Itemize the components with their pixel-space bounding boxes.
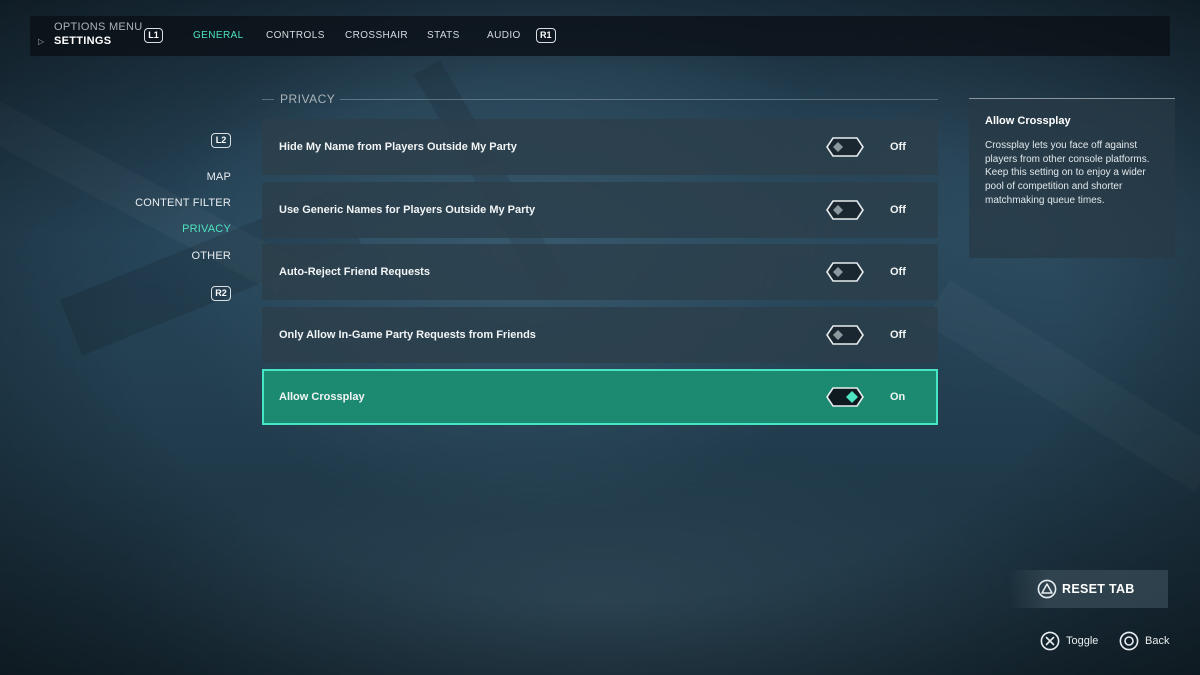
back-hint-label[interactable]: Back: [1145, 635, 1169, 647]
background-decoration: [0, 80, 296, 294]
top-navigation-bar: OPTIONS MENU ▷ SETTINGS L1 GENERAL CONTR…: [30, 16, 1170, 56]
background-decoration: [924, 280, 1200, 492]
toggle-off-icon[interactable]: [826, 262, 864, 282]
play-icon: ▷: [38, 36, 45, 46]
setting-value: Off: [890, 329, 906, 341]
breadcrumb-parent[interactable]: OPTIONS MENU: [38, 21, 143, 33]
circle-button-icon[interactable]: [1119, 631, 1139, 651]
setting-row-hide-name[interactable]: Hide My Name from Players Outside My Par…: [262, 119, 938, 175]
reset-tab-label: RESET TAB: [1062, 582, 1135, 596]
tab-controls[interactable]: CONTROLS: [266, 30, 325, 41]
setting-row-party-requests[interactable]: Only Allow In-Game Party Requests from F…: [262, 307, 938, 363]
setting-value: Off: [890, 266, 906, 278]
breadcrumb-current: ▷ SETTINGS: [38, 35, 143, 47]
breadcrumb: OPTIONS MENU ▷ SETTINGS: [38, 21, 143, 47]
l2-button-icon[interactable]: L2: [211, 133, 231, 148]
l1-button-icon[interactable]: L1: [144, 28, 163, 43]
setting-description-panel: Allow Crossplay Crossplay lets you face …: [969, 98, 1175, 258]
setting-label: Auto-Reject Friend Requests: [279, 266, 430, 278]
r2-button-icon[interactable]: R2: [211, 286, 231, 301]
tab-general[interactable]: GENERAL: [193, 30, 244, 41]
toggle-off-icon[interactable]: [826, 137, 864, 157]
setting-row-generic-names[interactable]: Use Generic Names for Players Outside My…: [262, 182, 938, 238]
sidebar-item-content-filter[interactable]: CONTENT FILTER: [135, 197, 231, 209]
toggle-on-icon[interactable]: [826, 387, 864, 407]
description-title: Allow Crossplay: [985, 115, 1071, 127]
setting-value: On: [890, 391, 906, 403]
setting-value: Off: [890, 204, 906, 216]
sidebar-item-other[interactable]: OTHER: [192, 250, 232, 262]
setting-row-auto-reject[interactable]: Auto-Reject Friend Requests Off: [262, 244, 938, 300]
setting-row-allow-crossplay[interactable]: Allow Crossplay On: [262, 369, 938, 425]
reset-tab-button[interactable]: RESET TAB: [1008, 570, 1168, 608]
breadcrumb-current-label: SETTINGS: [54, 35, 112, 47]
sidebar-item-map[interactable]: MAP: [207, 171, 231, 183]
setting-label: Only Allow In-Game Party Requests from F…: [279, 329, 536, 341]
section-divider: [262, 99, 274, 100]
tab-audio[interactable]: AUDIO: [487, 30, 521, 41]
setting-label: Use Generic Names for Players Outside My…: [279, 204, 536, 216]
description-text: Crossplay lets you face off against play…: [985, 140, 1150, 206]
r1-button-icon[interactable]: R1: [536, 28, 556, 43]
cross-button-icon[interactable]: [1040, 631, 1060, 651]
triangle-button-icon: [1037, 579, 1057, 599]
setting-value: Off: [890, 141, 906, 153]
setting-label: Allow Crossplay: [279, 391, 365, 403]
toggle-hint-label[interactable]: Toggle: [1066, 635, 1098, 647]
section-divider: [340, 99, 938, 100]
section-title: PRIVACY: [280, 92, 336, 106]
setting-label: Hide My Name from Players Outside My Par…: [279, 141, 517, 153]
sidebar-item-privacy[interactable]: PRIVACY: [182, 223, 231, 235]
toggle-off-icon[interactable]: [826, 325, 864, 345]
toggle-off-icon[interactable]: [826, 200, 864, 220]
tab-crosshair[interactable]: CROSSHAIR: [345, 30, 408, 41]
tab-stats[interactable]: STATS: [427, 30, 460, 41]
